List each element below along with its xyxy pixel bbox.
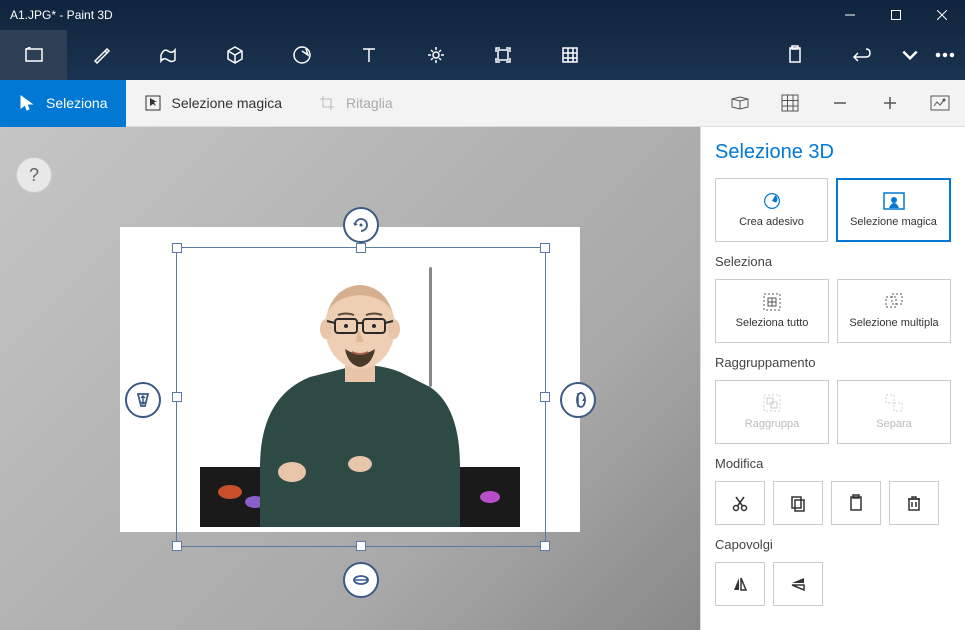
3d-library-tool[interactable] <box>536 30 603 80</box>
undo-dropdown[interactable] <box>895 30 925 80</box>
3d-shapes-tool[interactable] <box>201 30 268 80</box>
canvas-tool[interactable] <box>469 30 536 80</box>
create-sticker-button[interactable]: Crea adesivo <box>715 178 828 242</box>
selection-box[interactable] <box>176 247 546 547</box>
text-tool[interactable] <box>335 30 402 80</box>
select-section-label: Seleziona <box>715 254 951 269</box>
panel-title: Selezione 3D <box>715 141 951 164</box>
paste-panel-button[interactable] <box>831 481 881 525</box>
rotate-z-handle[interactable] <box>343 207 379 243</box>
menu-button[interactable] <box>0 30 67 80</box>
crop-button: Ritaglia <box>300 80 411 127</box>
resize-handle-tm[interactable] <box>356 243 366 253</box>
flip-vertical-button[interactable] <box>773 562 823 606</box>
depth-handle[interactable] <box>125 382 161 418</box>
titlebar: A1.JPG* - Paint 3D <box>0 0 965 30</box>
magic-select-button[interactable]: Selezione magica <box>126 80 301 127</box>
help-button[interactable]: ? <box>16 157 52 193</box>
resize-handle-ml[interactable] <box>172 392 182 402</box>
ungroup-button: Separa <box>837 380 951 444</box>
resize-handle-br[interactable] <box>540 541 550 551</box>
window-title: A1.JPG* - Paint 3D <box>10 8 113 22</box>
selection-toolbar: Seleziona Selezione magica Ritaglia <box>0 80 965 127</box>
resize-handle-tl[interactable] <box>172 243 182 253</box>
main-toolbar <box>0 30 965 80</box>
zoom-out-button[interactable] <box>815 80 865 127</box>
select-button[interactable]: Seleziona <box>0 80 126 127</box>
rotate-x-handle[interactable] <box>343 562 379 598</box>
cut-button[interactable] <box>715 481 765 525</box>
paste-button[interactable] <box>761 30 828 80</box>
zoom-in-button[interactable] <box>865 80 915 127</box>
delete-button[interactable] <box>889 481 939 525</box>
copy-button[interactable] <box>773 481 823 525</box>
brushes-tool[interactable] <box>67 30 134 80</box>
grid-button[interactable] <box>765 80 815 127</box>
side-panel: Selezione 3D Crea adesivo Selezione magi… <box>700 127 965 630</box>
flip-horizontal-button[interactable] <box>715 562 765 606</box>
canvas-area[interactable]: ? <box>0 127 700 630</box>
select-all-button[interactable]: Seleziona tutto <box>715 279 829 343</box>
resize-handle-bl[interactable] <box>172 541 182 551</box>
resize-handle-mr[interactable] <box>540 392 550 402</box>
magic-select-panel-button[interactable]: Selezione magica <box>836 178 951 242</box>
edit-section-label: Modifica <box>715 456 951 471</box>
more-button[interactable] <box>925 30 965 80</box>
select-label: Seleziona <box>46 95 108 111</box>
group-button: Raggruppa <box>715 380 829 444</box>
fit-screen-button[interactable] <box>915 80 965 127</box>
close-button[interactable] <box>919 0 965 30</box>
magic-select-label: Selezione magica <box>172 95 283 111</box>
crop-label: Ritaglia <box>346 95 393 111</box>
resize-handle-bm[interactable] <box>356 541 366 551</box>
resize-handle-tr[interactable] <box>540 243 550 253</box>
undo-button[interactable] <box>828 30 895 80</box>
stickers-tool[interactable] <box>268 30 335 80</box>
view-3d-button[interactable] <box>715 80 765 127</box>
minimize-button[interactable] <box>827 0 873 30</box>
scrollbar[interactable] <box>429 267 432 387</box>
maximize-button[interactable] <box>873 0 919 30</box>
flip-section-label: Capovolgi <box>715 537 951 552</box>
2d-shapes-tool[interactable] <box>134 30 201 80</box>
rotate-y-handle[interactable] <box>560 382 596 418</box>
effects-tool[interactable] <box>402 30 469 80</box>
multi-select-button[interactable]: Selezione multipla <box>837 279 951 343</box>
group-section-label: Raggruppamento <box>715 355 951 370</box>
